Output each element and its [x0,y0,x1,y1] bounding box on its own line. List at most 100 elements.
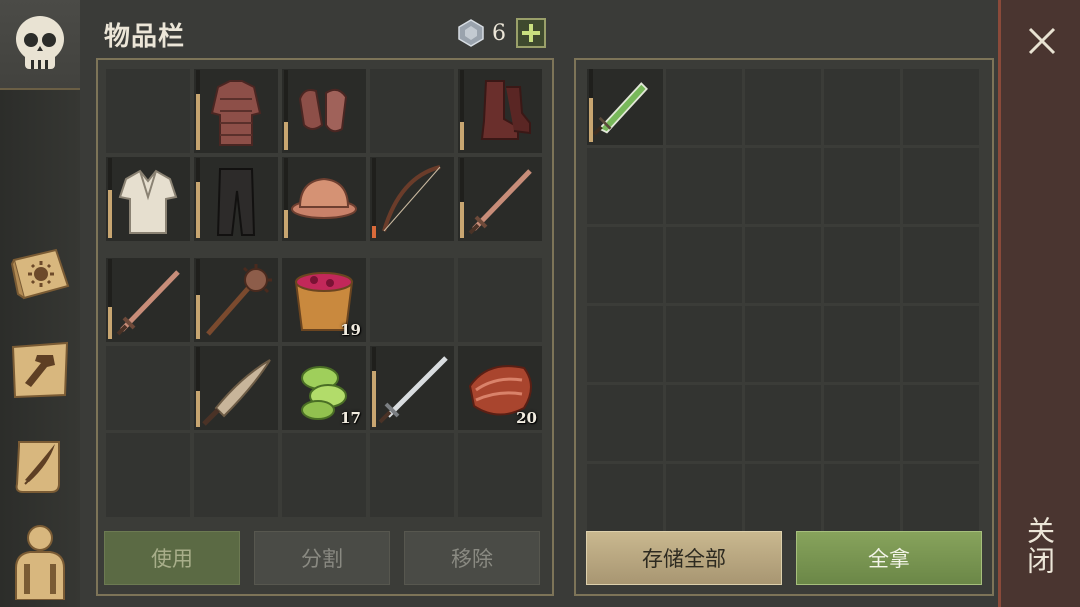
storage-slot[interactable] [903,148,979,224]
close-icon[interactable] [1027,26,1057,56]
inventory-slot[interactable] [370,69,454,153]
storage-slot[interactable] [745,69,821,145]
inventory-slot[interactable] [194,69,278,153]
currency-display: 6 [456,18,546,48]
stack-count: 19 [340,321,361,339]
storage-slot[interactable] [903,306,979,382]
inventory-slot[interactable] [370,433,454,517]
inventory-slot[interactable] [458,69,542,153]
inventory-slot[interactable] [194,346,278,430]
storage-slot[interactable] [903,69,979,145]
durability-fill [372,371,376,427]
storage-slot[interactable] [824,69,900,145]
copper-sword-icon [116,270,180,336]
durability-bar [196,70,200,150]
tab-skills[interactable] [0,230,80,320]
durability-fill [196,391,200,427]
sun-book-icon [10,248,70,300]
scroll-quill-icon [15,441,60,493]
inventory-slot[interactable] [458,433,542,517]
durability-bar [108,259,112,339]
durability-bar [372,347,376,427]
iron-sword-icon [378,356,448,424]
storage-slot[interactable] [824,464,900,540]
stack-count: 17 [340,409,361,427]
inventory-slot[interactable] [370,157,454,241]
inventory-slot[interactable] [106,157,190,241]
storage-slot[interactable] [666,69,742,145]
durability-bar [284,70,288,150]
storage-slot[interactable] [824,227,900,303]
inventory-slot[interactable] [106,258,190,342]
durability-bar [372,158,376,238]
durability-fill [460,202,464,238]
storage-slot[interactable] [587,306,663,382]
storage-slot[interactable] [666,227,742,303]
inventory-slot[interactable] [194,258,278,342]
inventory-slot[interactable] [370,346,454,430]
chainmail-armor-icon [210,80,262,146]
storage-slot[interactable] [587,69,663,145]
use-button[interactable]: 使用 [104,531,240,585]
green-dagger-icon [592,82,648,136]
durability-bar [196,347,200,427]
inventory-slot[interactable] [282,69,366,153]
storage-slot[interactable] [745,464,821,540]
durability-fill [284,210,288,238]
storage-slot[interactable] [824,148,900,224]
tab-inventory[interactable] [0,0,80,90]
inventory-slot[interactable] [282,433,366,517]
storage-slot[interactable] [587,464,663,540]
storage-slot[interactable] [824,385,900,461]
storage-slot[interactable] [745,306,821,382]
inventory-slot[interactable] [282,157,366,241]
durability-bar [460,158,464,238]
storage-slot[interactable] [903,464,979,540]
tab-crafting[interactable] [0,325,80,415]
store-all-button[interactable]: 存储全部 [586,531,782,585]
inventory-slot[interactable] [106,433,190,517]
skull-icon [16,16,64,69]
close-bar[interactable]: 关闭 [998,0,1080,607]
storage-slot[interactable] [587,227,663,303]
durability-bar [196,158,200,238]
storage-slot[interactable] [587,385,663,461]
storage-slot[interactable] [666,464,742,540]
add-currency-button[interactable] [516,18,546,48]
inventory-slot[interactable] [370,258,454,342]
inventory-slot[interactable]: 17 [282,346,366,430]
storage-slot[interactable] [666,306,742,382]
storage-slot[interactable] [903,227,979,303]
storage-slot[interactable] [666,148,742,224]
inventory-slot[interactable] [194,433,278,517]
spiked-mace-icon [206,264,272,336]
inventory-slot[interactable]: 19 [282,258,366,342]
remove-button[interactable]: 移除 [404,531,540,585]
tab-character[interactable] [0,515,80,605]
tab-journal[interactable] [0,420,80,510]
storage-slot[interactable] [587,148,663,224]
split-button[interactable]: 分割 [254,531,390,585]
copper-helmet-icon [291,177,357,219]
inventory-slot[interactable] [106,346,190,430]
hammer-icon [11,341,69,399]
storage-slot[interactable] [903,385,979,461]
plus-icon [522,24,540,42]
inventory-slot[interactable] [458,258,542,342]
trousers-icon [216,168,256,236]
inventory-slot[interactable]: 20 [458,346,542,430]
character-icon [15,525,65,600]
currency-value: 6 [492,20,506,46]
storage-slot[interactable] [745,148,821,224]
storage-slot[interactable] [745,227,821,303]
inventory-slot[interactable] [106,69,190,153]
storage-slot[interactable] [745,385,821,461]
durability-fill [589,98,593,142]
inventory-slot[interactable] [458,157,542,241]
take-all-button[interactable]: 全拿 [796,531,982,585]
durability-fill [196,182,200,238]
inventory-slot[interactable] [194,157,278,241]
storage-slot[interactable] [666,385,742,461]
gem-coin-icon [458,19,484,47]
storage-slot[interactable] [824,306,900,382]
